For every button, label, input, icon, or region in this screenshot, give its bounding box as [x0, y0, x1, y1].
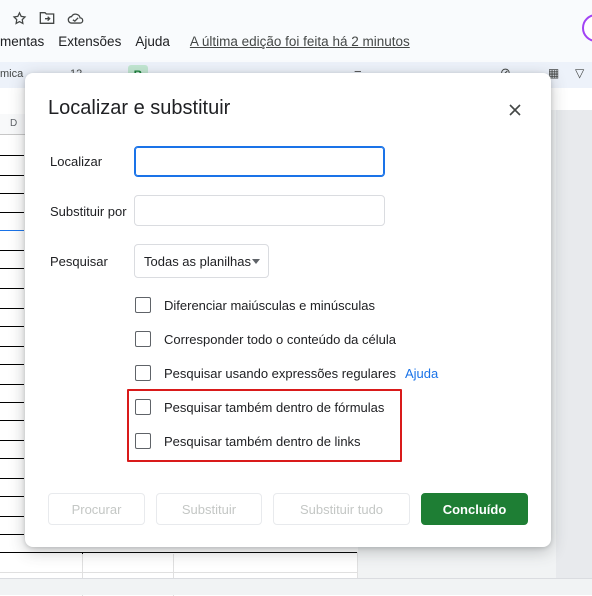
row-line	[0, 308, 24, 309]
column-header-d[interactable]: D	[10, 118, 17, 129]
replace-button[interactable]: Substituir	[156, 493, 262, 525]
close-button[interactable]	[503, 98, 527, 122]
row-line	[0, 346, 24, 347]
row-line	[0, 250, 24, 251]
row-line	[0, 458, 24, 459]
dialog-title: Localizar e substituir	[48, 97, 231, 119]
font-family-select[interactable]: mica	[0, 68, 23, 80]
option-match-entire-cell[interactable]: Corresponder todo o conteúdo da célula	[135, 330, 396, 348]
row-line	[0, 552, 358, 553]
row-line	[0, 496, 24, 497]
avatar[interactable]	[582, 14, 592, 42]
option-label: Pesquisar usando expressões regulares	[164, 365, 396, 381]
search-scope-value: Todas as planilhas	[144, 253, 251, 269]
menu-bar: mentas Extensões Ajuda A última edição f…	[0, 34, 410, 49]
menu-tools[interactable]: mentas	[0, 34, 44, 49]
option-regex[interactable]: Pesquisar usando expressões regulares Aj…	[135, 364, 438, 382]
chevron-down-icon	[252, 259, 260, 264]
find-input[interactable]	[134, 146, 385, 177]
row-line	[0, 268, 24, 269]
find-label: Localizar	[50, 154, 103, 169]
row-line	[0, 212, 24, 213]
row-line	[0, 230, 24, 231]
row-line	[0, 402, 24, 403]
cloud-saved-icon[interactable]	[66, 9, 84, 27]
row-line	[0, 326, 24, 327]
regex-help-link[interactable]: Ajuda	[405, 366, 438, 381]
filter-icon[interactable]: ▽	[575, 66, 584, 80]
row-line	[0, 534, 24, 535]
star-icon[interactable]	[10, 9, 28, 27]
row-line	[0, 478, 24, 479]
row-line	[0, 420, 24, 421]
close-icon	[509, 104, 521, 116]
row-line	[0, 364, 24, 365]
app-header: mentas Extensões Ajuda A última edição f…	[0, 0, 592, 62]
option-label: Corresponder todo o conteúdo da célula	[164, 331, 396, 347]
replace-label: Substituir por	[50, 204, 127, 219]
sheet-tab-bar	[0, 578, 592, 595]
last-edit-link[interactable]: A última edição foi feita há 2 minutos	[190, 34, 410, 49]
row-line	[0, 384, 24, 385]
title-icons	[10, 8, 84, 28]
search-scope-select[interactable]: Todas as planilhas	[134, 244, 269, 278]
row-line	[0, 155, 24, 156]
row-line	[0, 175, 24, 176]
move-folder-icon[interactable]	[38, 9, 56, 27]
row-line	[0, 288, 24, 289]
highlight-annotation-box	[127, 389, 402, 462]
done-button[interactable]: Concluído	[421, 493, 528, 525]
regex-checkbox[interactable]	[135, 365, 151, 381]
search-scope-label: Pesquisar	[50, 254, 108, 269]
match-case-checkbox[interactable]	[135, 297, 151, 313]
replace-input[interactable]	[134, 195, 385, 226]
option-label: Diferenciar maiúsculas e minúsculas	[164, 297, 375, 313]
find-replace-dialog: Localizar e substituir Localizar Substit…	[25, 73, 551, 547]
menu-help[interactable]: Ajuda	[135, 34, 170, 49]
row-line	[0, 440, 24, 441]
row-line	[0, 572, 358, 573]
match-entire-cell-checkbox[interactable]	[135, 331, 151, 347]
row-line	[0, 516, 24, 517]
row-line	[0, 193, 24, 194]
side-panel-strip	[556, 110, 592, 580]
replace-all-button[interactable]: Substituir tudo	[273, 493, 410, 525]
menu-extensions[interactable]: Extensões	[58, 34, 121, 49]
option-match-case[interactable]: Diferenciar maiúsculas e minúsculas	[135, 296, 375, 314]
find-button[interactable]: Procurar	[48, 493, 145, 525]
